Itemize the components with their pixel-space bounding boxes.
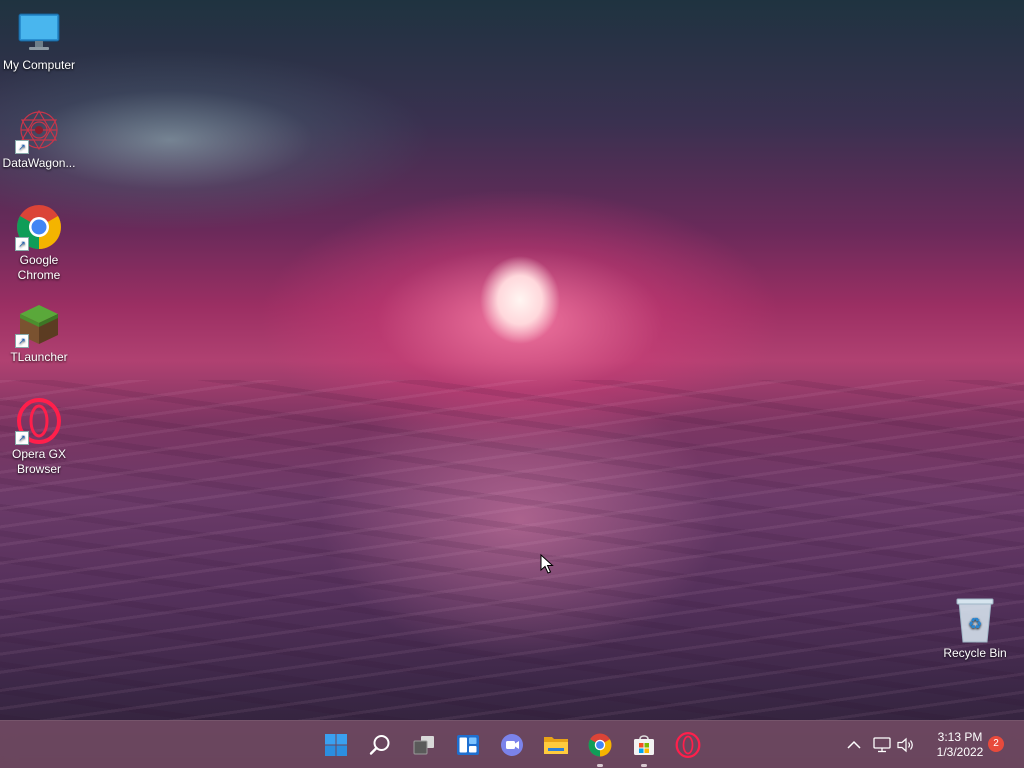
network-icon	[873, 737, 891, 753]
desktop-icon-google-chrome[interactable]: ↗ Google Chrome	[1, 203, 77, 283]
desktop-icon-label: TLauncher	[10, 350, 68, 364]
start-button[interactable]	[320, 729, 352, 761]
shortcut-arrow-icon: ↗	[15, 237, 29, 251]
running-indicator	[597, 764, 603, 767]
chrome-icon: ↗	[15, 203, 63, 251]
monitor-icon	[15, 8, 63, 56]
shortcut-arrow-icon: ↗	[15, 334, 29, 348]
widgets-button[interactable]	[452, 729, 484, 761]
task-view-icon	[413, 736, 434, 755]
search-icon	[369, 735, 390, 755]
store-icon	[634, 735, 654, 755]
desktop-icon-label: Opera GX Browser	[11, 447, 67, 476]
shortcut-arrow-icon: ↗	[15, 431, 29, 445]
clock-date: 1/3/2022	[936, 745, 984, 759]
clock-time: 3:13 PM	[937, 730, 983, 744]
volume-button[interactable]	[894, 729, 918, 761]
desktop-icon-label: My Computer	[2, 58, 76, 72]
store-taskbar-button[interactable]	[628, 729, 660, 767]
wallpaper-waves	[0, 380, 1024, 720]
teams-chat-icon	[501, 734, 523, 756]
opera-gx-icon	[675, 732, 701, 758]
desktop: My Computer ↗ DataWagon... ↗ Google Chro…	[0, 0, 1024, 768]
opera-gx-icon: ↗	[15, 397, 63, 445]
widgets-icon	[457, 735, 479, 755]
svg-text:♻: ♻	[968, 614, 982, 633]
network-button[interactable]	[870, 729, 894, 761]
speaker-icon	[897, 737, 913, 753]
desktop-icon-my-computer[interactable]: My Computer	[1, 8, 77, 73]
mouse-cursor-icon	[540, 554, 554, 574]
folder-icon	[544, 737, 568, 754]
clock[interactable]: 3:13 PM 1/3/2022	[928, 730, 992, 760]
grass-block-icon: ↗	[15, 300, 63, 348]
chevron-up-icon	[847, 740, 861, 749]
desktop-icon-label: Recycle Bin	[943, 646, 1007, 660]
desktop-icon-datawagon[interactable]: ↗ DataWagon...	[1, 106, 77, 171]
search-button[interactable]	[364, 729, 396, 761]
show-hidden-icons-button[interactable]	[842, 729, 866, 761]
recycle-bin-icon: ♻	[951, 596, 999, 644]
desktop-icon-recycle-bin[interactable]: ♻ Recycle Bin	[937, 596, 1013, 661]
task-view-button[interactable]	[408, 729, 440, 761]
taskbar: 3:13 PM 1/3/2022	[0, 720, 1024, 768]
notification-badge[interactable]: 2	[988, 736, 1004, 752]
opera-gx-taskbar-button[interactable]	[672, 729, 704, 761]
desktop-icon-tlauncher[interactable]: ↗ TLauncher	[1, 300, 77, 365]
windows-start-icon	[325, 734, 347, 756]
shortcut-arrow-icon: ↗	[15, 140, 29, 154]
desktop-icon-label: Google Chrome	[17, 253, 61, 282]
running-indicator	[641, 764, 647, 767]
desktop-icon-opera-gx[interactable]: ↗ Opera GX Browser	[1, 397, 77, 477]
chat-button[interactable]	[496, 729, 528, 761]
desktop-icon-label: DataWagon...	[2, 156, 76, 170]
file-explorer-button[interactable]	[540, 729, 572, 761]
chrome-icon	[588, 733, 612, 757]
datawagon-icon: ↗	[15, 106, 63, 154]
chrome-taskbar-button[interactable]	[584, 729, 616, 767]
